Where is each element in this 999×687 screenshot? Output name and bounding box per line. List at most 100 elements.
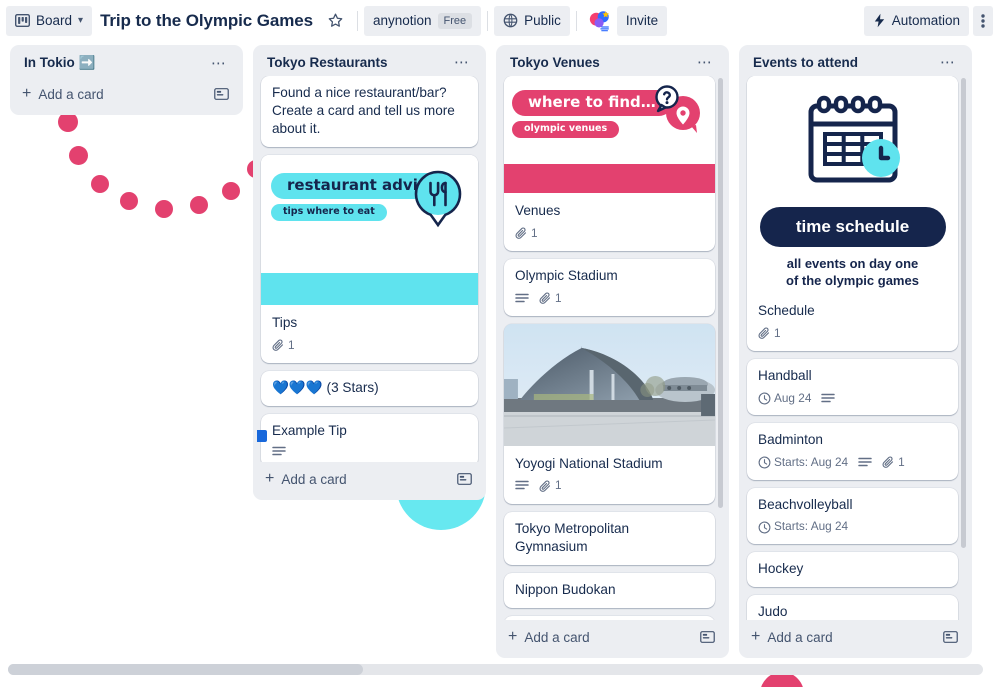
card-yoyogi-national-stadium[interactable]: Yoyogi National Stadium 1: [504, 323, 715, 504]
description-icon: [515, 293, 529, 305]
card-tokyo-international-forum[interactable]: Tokyo International Forum: [504, 615, 715, 620]
add-card-button[interactable]: + Add a card: [257, 462, 482, 496]
list-actions-icon[interactable]: ⋯: [207, 56, 231, 71]
card-handball[interactable]: Handball Aug 24: [747, 359, 958, 416]
card-hockey[interactable]: Hockey: [747, 551, 958, 587]
plan-badge: Free: [437, 12, 473, 29]
star-icon[interactable]: [321, 6, 351, 36]
attachment-badge: 1: [539, 291, 562, 306]
card-example-tip[interactable]: Example Tip: [257, 414, 478, 462]
card-judo[interactable]: Judo: [747, 594, 958, 620]
attachment-badge: 1: [272, 338, 295, 353]
clock-icon: [758, 392, 771, 405]
description-badge: [821, 393, 836, 405]
attachment-icon: [515, 227, 528, 240]
list-actions-icon[interactable]: ⋯: [936, 55, 960, 70]
card-3-stars[interactable]: 💙💙💙 (3 Stars): [261, 371, 478, 407]
calendar-clock-icon: [795, 90, 911, 198]
automation-label: Automation: [891, 13, 960, 28]
card-badges: Aug 24: [758, 391, 947, 406]
card-intro-text[interactable]: Found a nice restaurant/bar? Create a ca…: [261, 76, 478, 147]
attachment-icon: [758, 327, 771, 340]
schedule-subtitle-line2: of the olympic games: [786, 273, 919, 289]
list-events-to-attend: Events to attend ⋯ time schedule all eve…: [739, 45, 972, 658]
board-top-bar: Board ▾ Trip to the Olympic Games anynot…: [0, 0, 999, 41]
list-title: Tokyo Venues: [510, 55, 600, 70]
due-date-badge[interactable]: Starts: Aug 24: [758, 455, 848, 470]
board-switcher-label: Board: [36, 13, 73, 28]
card-title: Example Tip: [272, 423, 347, 439]
list-actions-icon[interactable]: ⋯: [693, 55, 717, 70]
schedule-badge-label: time schedule: [795, 216, 910, 236]
add-card-label: Add a card: [281, 471, 347, 487]
workspace-button[interactable]: anynotion Free: [363, 5, 482, 36]
card-cover-band: [504, 164, 715, 193]
card-title: Tokyo Metropolitan Gymnasium: [515, 520, 630, 554]
description-badge: [515, 480, 529, 492]
card-template-icon[interactable]: [700, 630, 715, 644]
card-badminton[interactable]: Badminton Starts: Aug 24 1: [747, 423, 958, 480]
card-tokyo-metropolitan-gymnasium[interactable]: Tokyo Metropolitan Gymnasium: [504, 511, 715, 565]
card-body: Schedule 1: [747, 298, 958, 351]
cover-chip-sub: olympic venues: [512, 121, 620, 138]
card-list: Found a nice restaurant/bar? Create a ca…: [257, 76, 482, 462]
schedule-subtitle: all events on day one of the olympic gam…: [759, 255, 946, 290]
card-title: Badminton: [758, 432, 823, 448]
card-venues[interactable]: where to find… olympic venues Venues 1: [504, 76, 715, 252]
card-badges: 1: [515, 226, 704, 241]
attachment-count: 1: [555, 291, 562, 306]
card-title: Beachvolleyball: [758, 496, 853, 512]
card-title: Nippon Budokan: [515, 581, 616, 597]
members-avatar-icon[interactable]: [583, 6, 617, 36]
board-switcher-button[interactable]: Board ▾: [6, 5, 93, 36]
list-scrollbar[interactable]: [718, 78, 723, 508]
list-header: In Tokio ➡️ ⋯: [14, 51, 239, 77]
card-cover-art: time schedule all events on day one of t…: [747, 76, 958, 298]
cover-chip-sub: tips where to eat: [271, 203, 387, 221]
more-options-icon[interactable]: [973, 5, 993, 36]
schedule-subtitle-line1: all events on day one: [786, 255, 919, 271]
invite-label: Invite: [625, 13, 659, 28]
card-template-icon[interactable]: [457, 472, 472, 486]
card-title: Handball: [758, 368, 812, 383]
location-question-icon: [647, 84, 703, 138]
card-nippon-budokan[interactable]: Nippon Budokan: [504, 572, 715, 608]
description-icon: [821, 393, 836, 405]
visibility-button[interactable]: Public: [494, 5, 570, 36]
add-card-button[interactable]: + Add a card: [14, 77, 239, 111]
list-actions-icon[interactable]: ⋯: [450, 55, 474, 70]
card-body: Venues 1: [504, 193, 715, 251]
card-tips[interactable]: restaurant advice tips where to eat Tips…: [261, 154, 478, 364]
list-title: Events to attend: [753, 55, 859, 70]
list-scrollbar[interactable]: [961, 78, 966, 548]
card-olympic-stadium[interactable]: Olympic Stadium 1: [504, 259, 715, 316]
due-date-badge[interactable]: Aug 24: [758, 391, 811, 406]
card-template-icon[interactable]: [214, 87, 229, 101]
card-title: Yoyogi National Stadium: [515, 455, 663, 471]
card-beachvolleyball[interactable]: Beachvolleyball Starts: Aug 24: [747, 487, 958, 544]
list-tokyo-venues: Tokyo Venues ⋯ where to find… olympic ve…: [496, 45, 729, 658]
card-body: Tips 1: [261, 305, 478, 363]
card-title: Schedule: [758, 302, 815, 318]
card-title: 💙💙💙 (3 Stars): [272, 380, 379, 396]
visibility-label: Public: [524, 13, 561, 28]
card-template-icon[interactable]: [943, 630, 958, 644]
card-body: Yoyogi National Stadium 1: [504, 446, 715, 504]
description-icon: [858, 457, 872, 469]
invite-button[interactable]: Invite: [616, 5, 668, 36]
card-schedule[interactable]: time schedule all events on day one of t…: [747, 76, 958, 351]
toolbar-divider: [487, 10, 489, 31]
due-date-badge[interactable]: Starts: Aug 24: [758, 519, 848, 534]
attachment-count: 1: [555, 478, 562, 493]
add-card-button[interactable]: + Add a card: [743, 620, 968, 654]
due-date-label: Aug 24: [774, 390, 812, 405]
horizontal-board-scrollbar[interactable]: [8, 664, 983, 675]
card-cover-art: restaurant advice tips where to eat: [261, 154, 478, 273]
attachment-count: 1: [898, 455, 905, 470]
attachment-count: 1: [531, 225, 538, 240]
add-card-button[interactable]: + Add a card: [500, 620, 725, 654]
add-card-label: Add a card: [38, 86, 104, 102]
restaurant-pin-icon: [410, 168, 466, 228]
scrollbar-thumb[interactable]: [8, 664, 363, 675]
automation-button[interactable]: Automation: [863, 5, 969, 36]
